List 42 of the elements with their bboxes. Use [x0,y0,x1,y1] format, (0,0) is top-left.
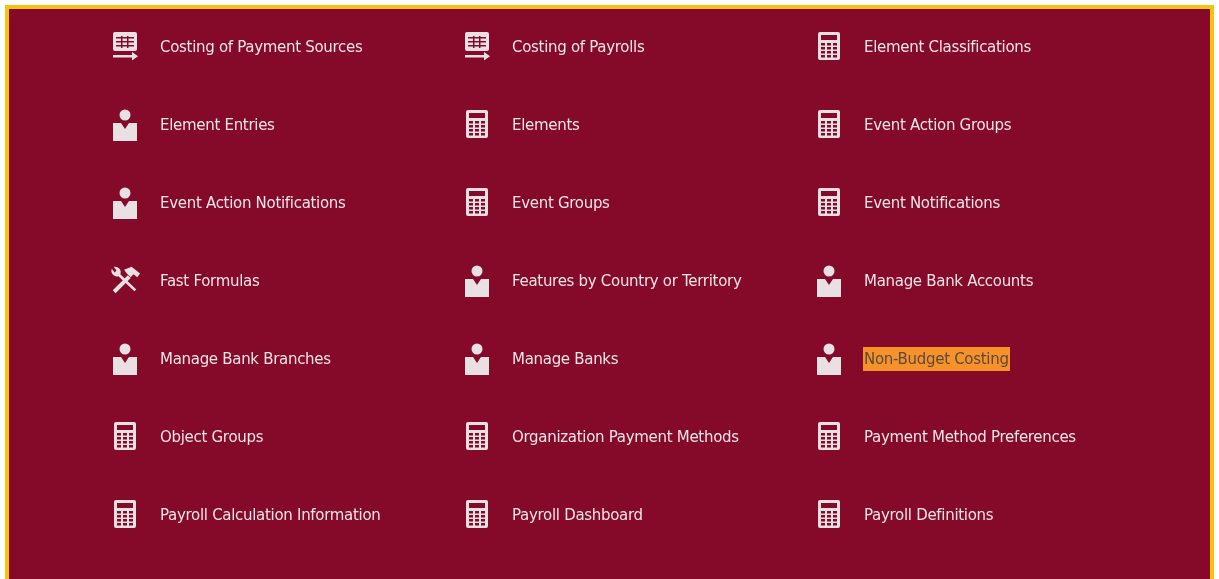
task-link[interactable]: Manage Bank Accounts [863,268,1035,294]
task-link[interactable]: Organization Payment Methods [511,424,740,450]
calculator-icon [465,499,489,529]
person-icon [816,265,842,297]
task-link[interactable]: Object Groups [159,424,265,450]
calculator-icon [817,499,841,529]
calculator-icon [465,187,489,217]
table-arrow-icon [111,31,139,61]
task-link[interactable]: Event Action Notifications [159,190,347,216]
task-link[interactable]: Payroll Calculation Information [159,502,382,528]
task-link[interactable]: Features by Country or Territory [511,268,743,294]
task-link[interactable]: Payroll Dashboard [511,502,644,528]
task-link[interactable]: Payroll Definitions [863,502,995,528]
calculator-icon [465,109,489,139]
calculator-icon [817,421,841,451]
person-icon [464,265,490,297]
tools-icon [109,265,141,295]
person-icon [112,343,138,375]
task-link[interactable]: Costing of Payment Sources [159,34,364,60]
calculator-icon [113,421,137,451]
task-link[interactable]: Fast Formulas [159,268,261,294]
person-icon [816,343,842,375]
task-link[interactable]: Element Entries [159,112,276,138]
calculator-icon [817,109,841,139]
calculator-icon [113,499,137,529]
task-link[interactable]: Event Action Groups [863,112,1013,138]
task-link[interactable]: Element Classifications [863,34,1033,60]
task-link[interactable]: Event Groups [511,190,611,216]
task-link[interactable]: Non-Budget Costing [863,346,1010,372]
calculator-icon [817,31,841,61]
task-link[interactable]: Manage Bank Branches [159,346,332,372]
task-link[interactable]: Manage Banks [511,346,620,372]
task-link[interactable]: Payment Method Preferences [863,424,1077,450]
task-link[interactable]: Elements [511,112,581,138]
person-icon [464,343,490,375]
table-arrow-icon [463,31,491,61]
task-link[interactable]: Costing of Payrolls [511,34,646,60]
person-icon [112,109,138,141]
task-link[interactable]: Event Notifications [863,190,1001,216]
calculator-icon [817,187,841,217]
calculator-icon [465,421,489,451]
person-icon [112,187,138,219]
